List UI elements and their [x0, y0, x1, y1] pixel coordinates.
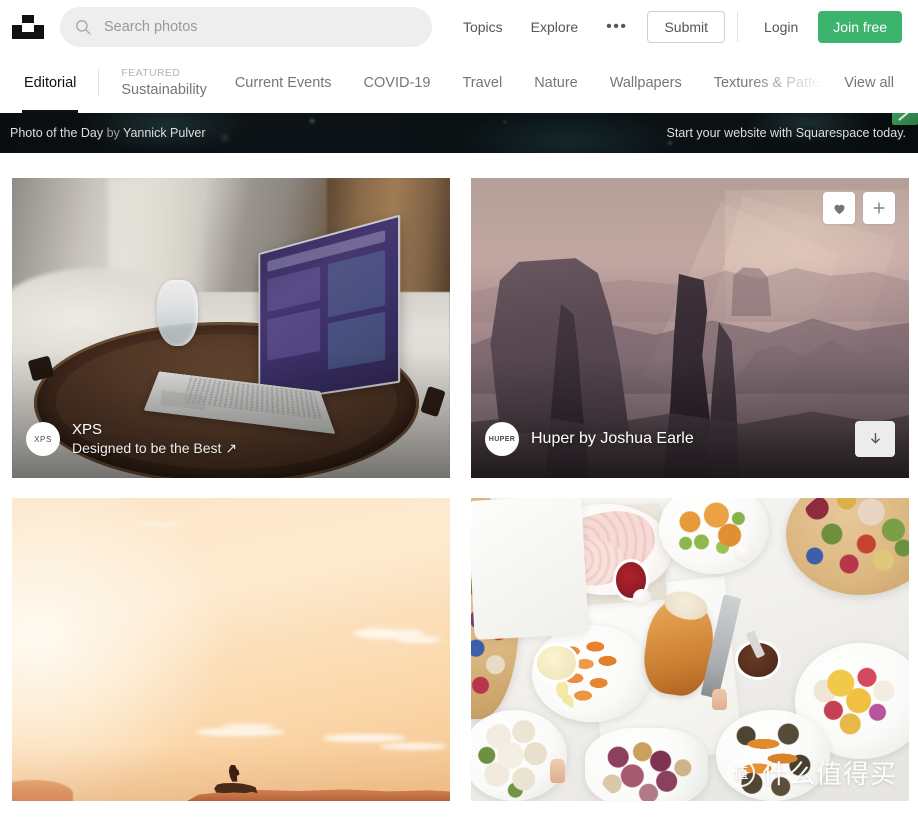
photo-card-huper[interactable]: HUPER Huper by Joshua Earle [471, 178, 909, 478]
promo-banner[interactable]: Photo of the Day by Yannick Pulver Start… [0, 113, 918, 153]
site-header: Topics Explore ••• Submit Login Join fre… [0, 0, 918, 53]
tab-editorial[interactable]: Editorial [12, 53, 88, 113]
photo-actions [823, 192, 895, 224]
category-wallpapers[interactable]: Wallpapers [594, 75, 698, 91]
join-free-button[interactable]: Join free [818, 10, 902, 43]
photo-image-sunset [12, 498, 450, 801]
more-menu-icon[interactable]: ••• [592, 9, 641, 45]
by-word: by [103, 126, 124, 140]
catnav-divider [98, 69, 100, 97]
category-list: Current Events COVID-19 Travel Nature Wa… [219, 75, 824, 91]
huper-sponsor-overlay: HUPER Huper by Joshua Earle [471, 400, 909, 478]
huper-caption[interactable]: Huper by Joshua Earle [531, 430, 694, 448]
category-nav: Editorial FEATURED Sustainability Curren… [0, 53, 918, 113]
category-textures-patterns[interactable]: Textures & Patterns [698, 75, 825, 91]
nav-link-topics[interactable]: Topics [449, 9, 517, 45]
nav-link-explore[interactable]: Explore [517, 9, 592, 45]
like-button[interactable] [823, 192, 855, 224]
search-bar[interactable] [60, 6, 432, 47]
huper-brand-logo: HUPER [485, 422, 519, 456]
featured-label: FEATURED [121, 67, 181, 79]
category-current-events[interactable]: Current Events [219, 75, 348, 91]
xps-brand-logo-text: XPS [34, 434, 52, 444]
download-button[interactable] [855, 421, 895, 457]
category-covid-19[interactable]: COVID-19 [348, 75, 447, 91]
photo-of-the-day-credit: Photo of the Day by Yannick Pulver [10, 126, 206, 140]
xps-subtitle[interactable]: Designed to be the Best ↗ [72, 440, 237, 458]
header-nav: Topics Explore ••• Submit Login Join fre… [449, 9, 906, 45]
category-nature[interactable]: Nature [518, 75, 594, 91]
submit-button[interactable]: Submit [647, 10, 726, 43]
featured-name: Sustainability [121, 82, 207, 98]
photo-card-sunset[interactable] [12, 498, 450, 801]
download-arrow-icon [867, 431, 884, 448]
huper-brand-logo-text: HUPER [488, 435, 516, 443]
header-divider [737, 11, 739, 42]
sponsor-badge-icon[interactable] [892, 113, 918, 125]
sponsor-message[interactable]: Start your website with Squarespace toda… [667, 126, 908, 140]
photo-card-xps[interactable]: XPS XPS Designed to be the Best ↗ [12, 178, 450, 478]
add-to-collection-button[interactable] [863, 192, 895, 224]
photo-author: Yannick Pulver [123, 126, 206, 140]
plus-icon [871, 200, 887, 216]
search-icon [74, 18, 92, 36]
xps-brand-logo: XPS [26, 422, 60, 456]
photo-grid: XPS XPS Designed to be the Best ↗ HUPER … [0, 153, 918, 801]
view-all-link[interactable]: View all [824, 75, 906, 91]
unsplash-logo[interactable] [12, 11, 44, 43]
xps-title: XPS [72, 420, 103, 438]
photo-card-food[interactable]: 值 什么值得买 [471, 498, 909, 801]
heart-icon [832, 201, 847, 216]
photo-of-the-day-label: Photo of the Day [10, 126, 104, 140]
search-input[interactable] [104, 18, 418, 35]
photo-image-food [471, 498, 909, 801]
tab-editorial-label: Editorial [24, 75, 77, 91]
xps-sponsor-overlay: XPS XPS Designed to be the Best ↗ [12, 400, 450, 478]
category-travel[interactable]: Travel [446, 75, 518, 91]
login-link[interactable]: Login [750, 9, 812, 45]
category-featured-sustainability[interactable]: FEATURED Sustainability [109, 67, 218, 99]
